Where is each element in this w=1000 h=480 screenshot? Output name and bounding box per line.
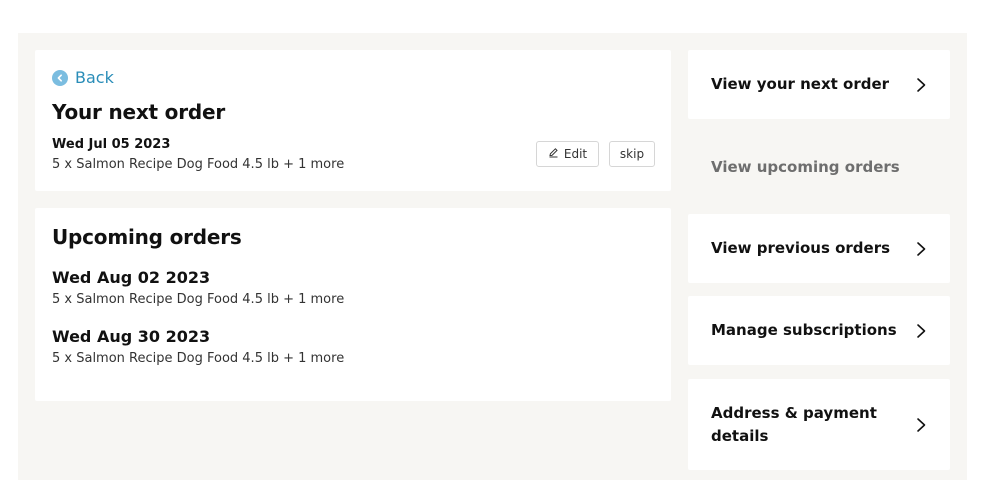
upcoming-order-date: Wed Aug 02 2023	[52, 268, 211, 287]
nav-address-payment[interactable]: Address & payment details	[688, 379, 950, 470]
next-order-date: Wed Jul 05 2023	[52, 137, 171, 152]
next-order-card: Back Your next order Wed Jul 05 2023 5 x…	[35, 50, 671, 191]
upcoming-orders-card: Upcoming orders Wed Aug 02 2023 5 x Salm…	[35, 208, 671, 401]
nav-view-previous-orders[interactable]: View previous orders	[688, 214, 950, 283]
skip-button[interactable]: skip	[609, 141, 655, 167]
nav-label: View your next order	[711, 75, 890, 93]
upcoming-order-summary: 5 x Salmon Recipe Dog Food 4.5 lb + 1 mo…	[52, 292, 345, 307]
chevron-right-icon	[917, 323, 926, 338]
nav-label: Address & payment details	[711, 403, 877, 445]
skip-label: skip	[619, 147, 645, 161]
chevron-right-icon	[917, 417, 926, 432]
next-order-title: Your next order	[52, 100, 226, 124]
edit-label: Edit	[563, 147, 588, 161]
upcoming-order-date: Wed Aug 30 2023	[52, 327, 211, 346]
nav-view-upcoming-orders: View upcoming orders	[688, 133, 950, 201]
upcoming-orders-title: Upcoming orders	[52, 225, 242, 249]
nav-view-next-order[interactable]: View your next order	[688, 50, 950, 119]
nav-manage-subscriptions[interactable]: Manage subscriptions	[688, 296, 950, 365]
chevron-right-icon	[917, 77, 926, 92]
nav-label: View previous orders	[711, 239, 891, 257]
next-order-summary: 5 x Salmon Recipe Dog Food 4.5 lb + 1 mo…	[52, 157, 345, 172]
edit-button[interactable]: Edit	[536, 141, 599, 167]
back-link[interactable]: Back	[52, 68, 114, 87]
upcoming-order-summary: 5 x Salmon Recipe Dog Food 4.5 lb + 1 mo…	[52, 351, 345, 366]
chevron-right-icon	[917, 241, 926, 256]
pencil-icon	[548, 147, 559, 161]
back-label: Back	[75, 68, 114, 87]
nav-label: View upcoming orders	[711, 157, 900, 176]
nav-label: Manage subscriptions	[711, 321, 897, 339]
account-orders-panel: Back Your next order Wed Jul 05 2023 5 x…	[18, 33, 967, 480]
back-arrow-icon	[52, 69, 68, 86]
